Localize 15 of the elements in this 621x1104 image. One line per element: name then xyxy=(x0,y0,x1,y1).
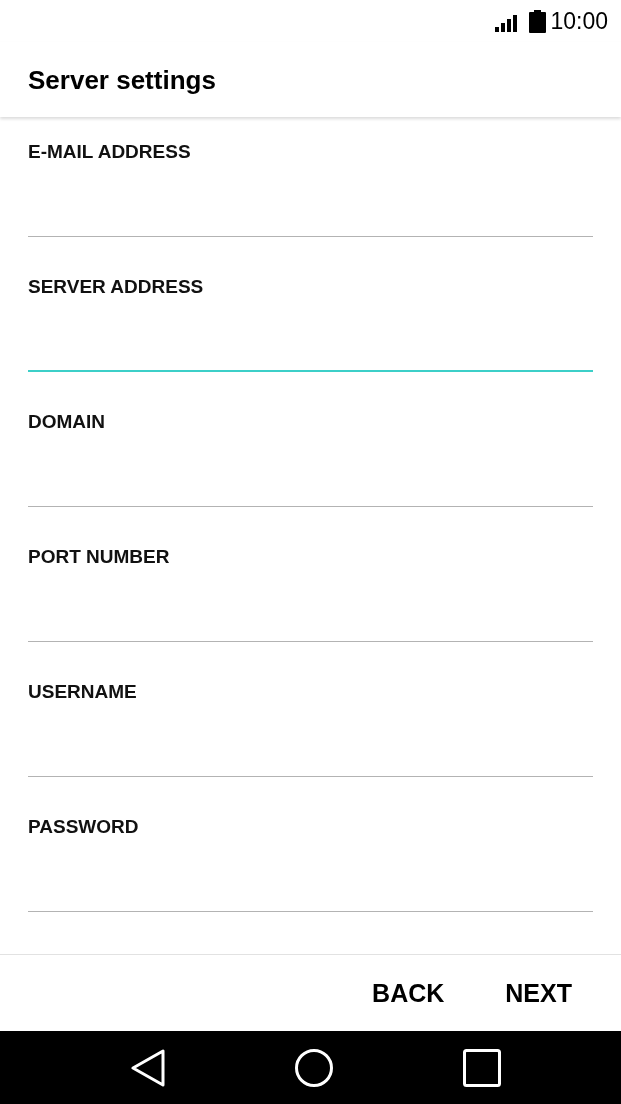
signal-icon xyxy=(495,15,518,32)
field-label: E-MAIL ADDRESS xyxy=(28,141,192,163)
field-label: PASSWORD xyxy=(28,816,140,838)
circle-home-icon[interactable] xyxy=(295,1048,333,1087)
next-button[interactable]: NEXT xyxy=(489,970,588,1016)
field-label: USERNAME xyxy=(28,681,138,703)
back-button[interactable]: BACK xyxy=(356,970,461,1016)
screen-title: Server settings xyxy=(28,63,216,96)
clock-time: 10:00 xyxy=(550,8,608,34)
field-label: SERVER ADDRESS xyxy=(28,276,205,298)
field-label: DOMAIN xyxy=(28,411,107,433)
field-label: PORT NUMBER xyxy=(28,546,171,568)
battery-icon xyxy=(529,9,547,33)
triangle-back-icon[interactable] xyxy=(131,1048,165,1087)
square-recents-icon[interactable] xyxy=(463,1048,501,1087)
